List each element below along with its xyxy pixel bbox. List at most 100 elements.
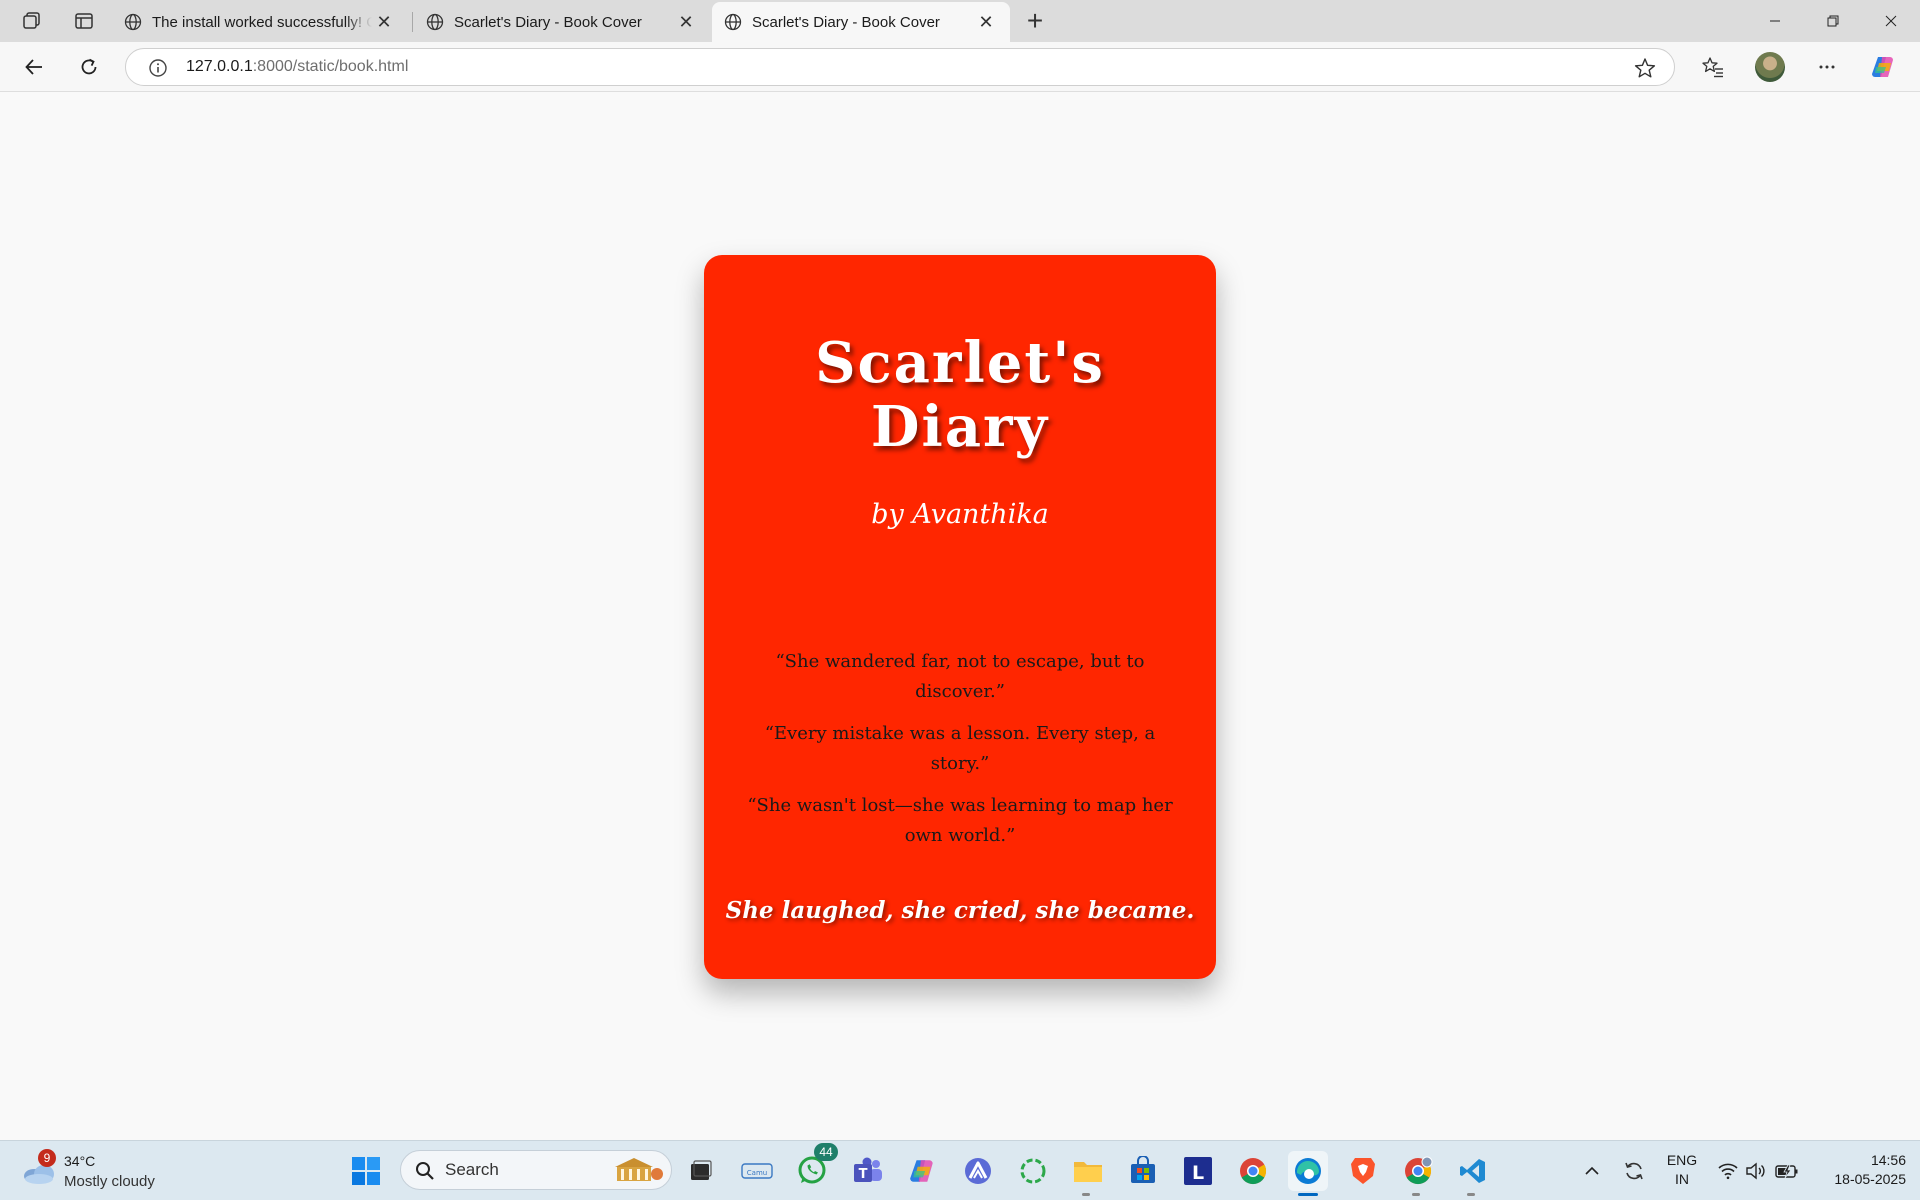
windows-logo-icon [352,1157,380,1185]
taskbar-app-file-explorer[interactable] [1068,1151,1108,1196]
camu-app-icon: Camu [741,1163,773,1179]
circle-sync-icon [1020,1158,1046,1184]
edge-icon [1295,1158,1321,1184]
book-title-line: Diary [870,394,1050,460]
taskbar-app-store[interactable] [1123,1151,1163,1191]
taskbar-app-vscode[interactable] [1453,1151,1493,1196]
show-hidden-icons-button[interactable] [1580,1141,1604,1200]
quotes-list: “She wandered far, not to escape, but to… [734,647,1186,863]
sync-icon [1625,1162,1643,1180]
new-tab-button[interactable]: + [1018,4,1052,38]
workspaces-icon[interactable] [16,5,48,37]
favorite-star-icon[interactable] [1634,57,1656,79]
page-viewport: Scarlet's Diary by Avanthika “She wander… [0,93,1920,1140]
store-icon [1131,1156,1155,1183]
copilot-button[interactable] [1866,49,1902,85]
taskbar-app-whatsapp[interactable]: 44 [792,1143,838,1191]
tab-scarlets-diary[interactable]: Scarlet's Diary - Book Cover ✕ [414,2,710,42]
clock-time: 14:56 [1870,1152,1906,1168]
tab-install-worked[interactable]: The install worked successfully! Co ✕ [112,2,408,42]
taskbar-app-chrome[interactable] [1233,1151,1273,1191]
close-tab-icon[interactable]: ✕ [372,10,396,34]
svg-text:L: L [1192,1162,1204,1184]
search-icon [416,1162,434,1180]
url-host: 127.0.0.1 [186,58,253,75]
speaker-icon [1746,1162,1765,1180]
wifi-icon [1718,1163,1738,1180]
globe-icon [426,13,444,31]
back-button[interactable] [16,49,52,85]
volume-control[interactable] [1742,1141,1770,1200]
settings-more-button[interactable] [1809,49,1845,85]
site-info-icon[interactable] [148,58,168,78]
taskbar-app-loader[interactable] [1013,1151,1053,1191]
taskbar-app-l[interactable]: L [1178,1151,1218,1191]
language-indicator[interactable]: ENG IN [1660,1151,1704,1189]
taskbar-app-arc[interactable] [958,1151,998,1191]
active-indicator [1298,1193,1318,1196]
quote: “She wandered far, not to escape, but to… [775,651,1145,702]
restore-button[interactable] [1804,0,1862,42]
taskbar-app-chrome-profile[interactable] [1398,1151,1438,1196]
copilot-icon [910,1160,933,1182]
svg-text:Camu: Camu [747,1169,767,1177]
profile-avatar[interactable] [1755,52,1785,82]
copilot-icon [1872,57,1893,77]
arc-app-icon [965,1158,991,1184]
l-app-icon: L [1184,1157,1212,1185]
close-tab-icon[interactable]: ✕ [674,10,698,34]
favorites-button[interactable] [1695,49,1731,85]
task-view-button[interactable] [681,1151,721,1191]
favorites-list-icon [1702,57,1723,78]
book-cover: Scarlet's Diary by Avanthika “She wander… [704,255,1216,979]
close-window-button[interactable] [1862,0,1920,42]
tab-divider [412,12,413,32]
battery-charging-icon [1775,1164,1798,1179]
book-author: by Avanthika [871,499,1049,530]
start-button[interactable] [346,1151,386,1191]
wifi-status[interactable] [1714,1141,1742,1200]
globe-icon [124,13,142,31]
weather-alert-badge: 9 [38,1149,56,1167]
browser-tab-strip: The install worked successfully! Co ✕ Sc… [0,0,1920,42]
keyboard-region: IN [1675,1171,1689,1187]
close-tab-icon[interactable]: ✕ [974,10,998,34]
language-code: ENG [1666,1152,1698,1168]
address-bar[interactable]: 127.0.0.1:8000/static/book.html [125,48,1675,86]
minimize-button[interactable] [1746,0,1804,42]
clock[interactable]: 14:56 18-05-2025 [1810,1151,1906,1189]
quote: “She wasn't lost—she was learning to map… [747,795,1173,846]
tab-actions-icon[interactable] [68,5,100,37]
taskbar-app-edge[interactable] [1288,1151,1328,1196]
browser-toolbar: 127.0.0.1:8000/static/book.html [0,42,1920,92]
windows-taskbar: 9 34°C Mostly cloudy Search Camu 44 T L [0,1140,1920,1200]
chrome-icon [1405,1156,1433,1185]
taskbar-app-teams[interactable]: T [848,1151,888,1191]
running-indicator [1412,1193,1420,1196]
tab-title: Scarlet's Diary - Book Cover [752,13,940,31]
book-title-line: Scarlet's [815,330,1105,396]
taskbar-app-camu[interactable]: Camu [737,1151,777,1191]
whatsapp-unread-badge: 44 [814,1143,838,1161]
clock-date: 18-05-2025 [1834,1171,1906,1187]
globe-icon [724,13,742,31]
sync-status-button[interactable] [1620,1141,1648,1200]
taskbar-app-copilot[interactable] [903,1151,943,1191]
weather-temperature: 34°C [64,1153,96,1169]
reload-button[interactable] [71,49,107,85]
battery-status[interactable] [1772,1141,1802,1200]
weather-condition: Mostly cloudy [64,1173,155,1190]
chrome-icon [1240,1158,1267,1185]
tab-scarlets-diary-active[interactable]: Scarlet's Diary - Book Cover ✕ [712,2,1010,42]
brave-lion-icon [1351,1158,1375,1184]
taskbar-app-brave[interactable] [1343,1151,1383,1191]
url-text[interactable]: 127.0.0.1:8000/static/book.html [186,58,408,76]
running-indicator [1082,1193,1090,1196]
more-icon [1819,65,1835,69]
taskbar-search[interactable]: Search [400,1150,672,1190]
book-tagline: She laughed, she cried, she became. [725,897,1195,924]
folder-icon [1074,1162,1102,1182]
book-title: Scarlet's Diary [704,331,1216,459]
weather-widget[interactable]: 9 34°C Mostly cloudy [18,1149,178,1193]
svg-text:T: T [859,1167,868,1182]
